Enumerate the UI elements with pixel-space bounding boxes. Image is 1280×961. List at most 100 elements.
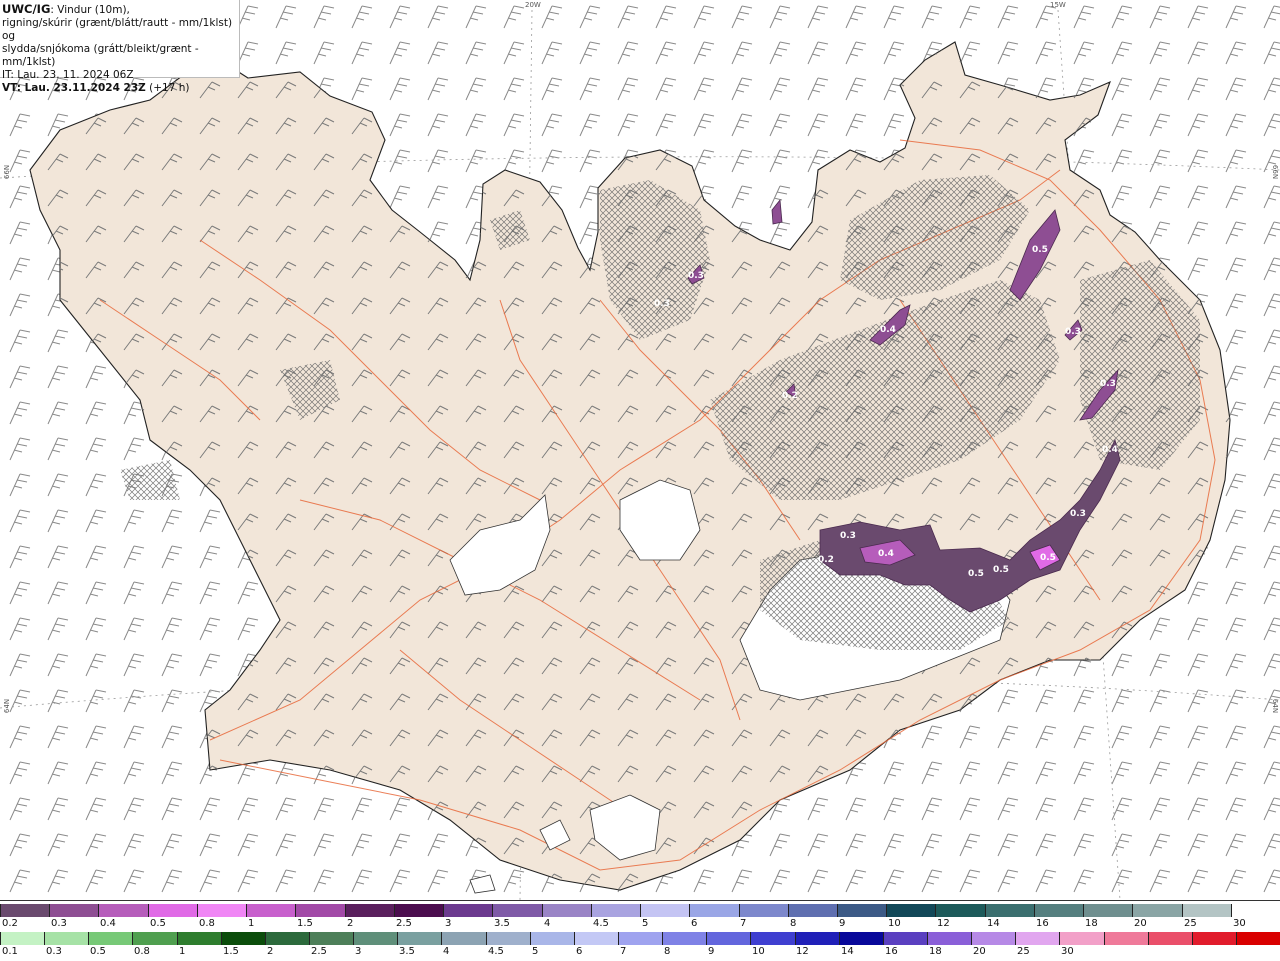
colorbar-tick-label: 4 [443,946,450,957]
colorbar-swatch [44,932,89,945]
colorbar-swatch [443,904,493,917]
product-desc: : Vindur (10m), [50,4,130,16]
colorbar-swatch [1103,932,1148,945]
colorbar-swatch [794,932,839,945]
colorbar-swatch [787,904,837,917]
colorbar-tick-label: 1.5 [297,918,313,929]
colorbar-swatch [1181,904,1231,917]
precip-label: 0.3 [1100,379,1116,389]
colorbar-tick-label: 3 [355,946,362,957]
initial-time: IT: Lau. 23. 11. 2024 06Z [2,69,134,81]
colorbar-tick-label: 14 [987,918,1000,929]
colorbar-tick-label: 5 [532,946,539,957]
colorbar-tick-label: 0.2 [2,918,18,929]
colorbar-swatch [98,904,148,917]
colorbar-swatch [529,932,574,945]
colorbar-swatch [573,932,618,945]
colorbar-tick-label: 2.5 [311,946,327,957]
precip-label: 0.5 [968,569,984,579]
product-name: UWC/IG [2,2,51,16]
grid-label-20w: 20W [525,1,541,9]
precip-label: 0.5 [1040,553,1056,563]
colorbar-swatch [264,932,309,945]
colorbar-swatch [1015,932,1060,945]
colorbar-tick-label: 12 [937,918,950,929]
colorbar-swatch [838,932,883,945]
colorbar-tick-label: 4.5 [488,946,504,957]
colorbar-tick-label: 2.5 [396,918,412,929]
colorbar-tick-label: 0.3 [51,918,67,929]
colorbar-tick-label: 6 [691,918,698,929]
map-info-box: UWC/IG: Vindur (10m), rigning/skúrir (gr… [0,0,240,94]
colorbar-swatch [882,932,927,945]
colorbar-tick-label: 0.5 [90,946,106,957]
precip-label: 0.4 [880,325,896,335]
precip-label: 0.2 [818,555,834,565]
colorbar-swatch [1235,932,1280,945]
precip-label: 0.3 [1070,509,1086,519]
precip-label: 0.3 [688,271,704,281]
precip-label: 0.4 [878,549,894,559]
colorbar-swatch [617,932,663,945]
colorbar-swatch [738,904,788,917]
colorbar-swatch [220,932,265,945]
rain-colorbar-labels: 0.1 0.3 0.5 0.8 1 1.5 2 2.5 3 3.5 4 4.5 5 6 7 8 9 10 12 14 1… [0,946,1280,959]
snow-colorbar-labels: 0.2 0.3 0.4 0.5 0.8 1 1.5 2 2.5 3 3.5 4 4.5 5 6 7 8 9 10 12… [0,918,1280,931]
colorbar-tick-label: 16 [885,946,898,957]
colorbar-swatch [689,904,739,917]
colorbar-swatch [246,904,296,917]
colorbar-tick-label: 0.5 [150,918,166,929]
colorbar-tick-label: 0.8 [134,946,150,957]
colorbar-tick-label: 16 [1036,918,1049,929]
colorbar-swatch [1033,904,1084,917]
colorbar-tick-label: 8 [790,918,797,929]
rain-colorbar [0,932,1280,945]
colorbar-tick-label: 1.5 [223,946,239,957]
colorbar-tick-label: 3.5 [494,918,510,929]
colorbar-swatch [662,932,707,945]
colorbar-swatch [1230,904,1280,917]
legend-desc-snow: slydda/snjókoma (grátt/bleikt/grænt - mm… [2,43,199,68]
colorbar-swatch [147,904,197,917]
colorbar-swatch [926,932,972,945]
colorbar-swatch [295,904,345,917]
colorbar-swatch [393,904,444,917]
colorbar-swatch [971,932,1016,945]
colorbar-swatch [196,904,247,917]
colorbar-tick-label: 7 [620,946,627,957]
colorbar-tick-label: 25 [1017,946,1030,957]
colorbar-swatch [0,904,50,917]
colorbar-swatch [1191,932,1236,945]
precip-label: 0.3 [654,299,670,309]
colorbar-tick-label: 20 [973,946,986,957]
colorbar-tick-label: 14 [841,946,854,957]
colorbar-tick-label: 3.5 [399,946,415,957]
valid-time: VT: Lau. 23.11.2024 23Z [2,82,146,94]
colorbar-swatch [1147,932,1192,945]
colorbar-swatch [886,904,936,917]
colorbar-swatch [984,904,1034,917]
colorbar-swatch [1059,932,1104,945]
colorbar-tick-label: 3 [445,918,452,929]
colorbar-swatch [640,904,690,917]
colorbar-swatch [836,904,887,917]
precip-label: 0.4 [1102,445,1118,455]
forecast-offset: (+17 h) [145,82,190,94]
colorbar-swatch [541,904,591,917]
colorbar-tick-label: 6 [576,946,583,957]
colorbar-tick-label: 10 [752,946,765,957]
colorbar-tick-label: 2 [347,918,354,929]
colorbar-tick-label: 30 [1061,946,1074,957]
colorbar-swatch [441,932,486,945]
colorbar-swatch [176,932,221,945]
colorbar-tick-label: 10 [888,918,901,929]
precip-label: 0.3 [1065,327,1081,337]
colorbar-tick-label: 8 [664,946,671,957]
colorbar-tick-label: 18 [1085,918,1098,929]
colorbar-tick-label: 4 [544,918,551,929]
precip-label: 0.5 [993,565,1009,575]
weather-map: 0.3 0.4 0.5 0.3 0.3 0.3 0.4 0.2 0.3 0.2 … [0,0,1280,900]
colorbar-swatch [397,932,442,945]
grid-label-15w: 15W [1050,1,1066,9]
colorbar-tick-label: 7 [740,918,747,929]
